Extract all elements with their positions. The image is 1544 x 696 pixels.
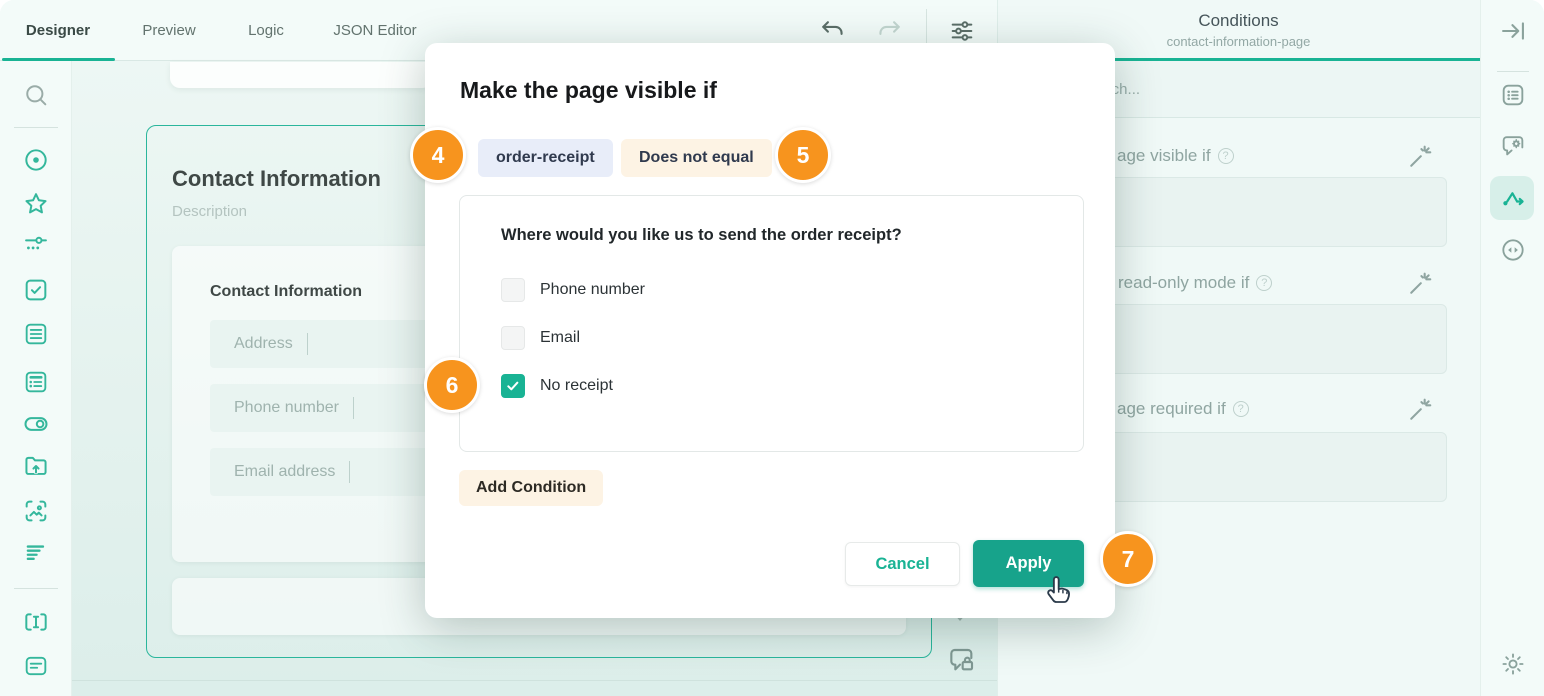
ranking-icon[interactable] — [22, 539, 50, 567]
modal-title: Make the page visible if — [460, 77, 717, 104]
option-no-receipt[interactable]: No receipt — [501, 374, 613, 398]
file-upload-icon[interactable] — [22, 452, 50, 480]
checkbox-icon[interactable] — [501, 326, 525, 350]
annotation-badge-4: 4 — [410, 127, 466, 183]
option-email[interactable]: Email — [501, 326, 580, 350]
add-condition-button[interactable]: Add Condition — [459, 470, 603, 506]
annotation-badge-6: 6 — [424, 357, 480, 413]
magic-wand-icon[interactable] — [1406, 143, 1434, 171]
settings-sliders-icon[interactable] — [948, 17, 976, 45]
tab-designer[interactable]: Designer — [0, 0, 116, 61]
tab-json-editor[interactable]: JSON Editor — [310, 0, 440, 61]
question-help-icon[interactable]: ? — [1218, 148, 1234, 164]
condition-question-text: Where would you like us to send the orde… — [501, 226, 902, 245]
condition-question-dropdown[interactable]: order-receipt — [478, 139, 613, 177]
matrix-icon[interactable] — [22, 320, 50, 348]
text-caret — [353, 397, 354, 419]
toolbox-divider — [14, 127, 58, 128]
checkbox-icon[interactable] — [501, 278, 525, 302]
image-picker-icon[interactable] — [22, 497, 50, 525]
tab-logic[interactable]: Logic — [222, 0, 310, 61]
search-icon[interactable] — [22, 81, 50, 109]
condition-editor-modal: Make the page visible if order-receipt D… — [425, 43, 1115, 618]
hand-cursor-icon — [1044, 574, 1076, 610]
checkbox-icon[interactable] — [22, 276, 50, 304]
undo-icon[interactable] — [818, 17, 846, 45]
property-label-readonly-if: read-only mode if ? — [1118, 273, 1272, 293]
property-label-required-if: age required if ? — [1117, 399, 1249, 419]
annotation-badge-5: 5 — [775, 127, 831, 183]
dropdown-icon[interactable] — [22, 231, 50, 259]
bubble-lock-icon[interactable] — [946, 643, 978, 677]
address-placeholder: Address — [234, 335, 293, 353]
survey-creator-app: Designer Preview Logic JSON Editor — [0, 0, 1544, 696]
question-help-icon[interactable]: ? — [1233, 401, 1249, 417]
property-label-text: age visible if — [1117, 146, 1211, 166]
radiogroup-icon[interactable] — [22, 146, 50, 174]
property-label-text: age required if — [1117, 399, 1226, 419]
phone-placeholder: Phone number — [234, 399, 339, 417]
cancel-button[interactable]: Cancel — [845, 542, 960, 586]
toggle-icon[interactable] — [22, 410, 50, 438]
email-placeholder: Email address — [234, 463, 335, 481]
media-circle-icon[interactable] — [1499, 236, 1527, 264]
form-list-icon[interactable] — [1499, 81, 1527, 109]
single-line-text-icon[interactable] — [22, 608, 50, 636]
redo-icon[interactable] — [876, 17, 904, 45]
question-help-icon[interactable]: ? — [1256, 275, 1272, 291]
toolbox-divider — [14, 588, 58, 589]
condition-operator-dropdown[interactable]: Does not equal — [621, 139, 772, 177]
property-label-visible-if: age visible if ? — [1117, 146, 1234, 166]
page-description[interactable]: Description — [172, 203, 247, 220]
magic-wand-icon[interactable] — [1406, 396, 1434, 424]
option-phone-number[interactable]: Phone number — [501, 278, 645, 302]
scrolled-element-edge — [170, 62, 432, 88]
property-label-text: read-only mode if — [1118, 273, 1249, 293]
collapse-right-icon[interactable] — [1499, 17, 1527, 45]
gear-icon[interactable] — [1499, 650, 1527, 678]
option-label: Email — [540, 329, 580, 347]
panel-title: Conditions — [997, 11, 1480, 31]
strip-divider — [1497, 71, 1529, 72]
option-label: No receipt — [540, 377, 613, 395]
matrix-dropdown-icon[interactable] — [22, 368, 50, 396]
text-caret — [307, 333, 308, 355]
conditions-flow-icon[interactable] — [1499, 184, 1527, 212]
text-caret — [349, 461, 350, 483]
canvas-footer-divider — [72, 680, 997, 681]
tab-preview[interactable]: Preview — [116, 0, 222, 61]
condition-value-panel: Where would you like us to send the orde… — [459, 195, 1084, 452]
long-text-icon[interactable] — [22, 652, 50, 680]
page-title[interactable]: Contact Information — [172, 166, 381, 192]
magic-wand-icon[interactable] — [1406, 270, 1434, 298]
annotation-badge-7: 7 — [1100, 531, 1156, 587]
rating-star-icon[interactable] — [22, 190, 50, 218]
option-label: Phone number — [540, 281, 645, 299]
bubble-gear-icon[interactable] — [1499, 132, 1527, 160]
checkbox-checked-icon[interactable] — [501, 374, 525, 398]
question-title[interactable]: Contact Information — [210, 283, 362, 301]
